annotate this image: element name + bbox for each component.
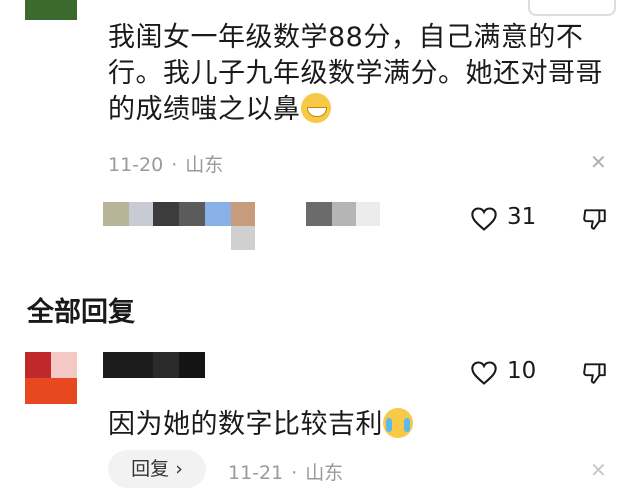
reply-body: 因为她的数字比较吉利 bbox=[108, 402, 413, 441]
thumbs-down-icon[interactable] bbox=[582, 206, 608, 232]
heart-icon[interactable] bbox=[470, 206, 498, 232]
comment-date: 11-20 bbox=[108, 154, 164, 176]
thumbs-down-icon[interactable] bbox=[582, 360, 608, 386]
reply-username-blurred[interactable] bbox=[103, 352, 205, 378]
close-icon[interactable]: ✕ bbox=[590, 150, 607, 174]
comment-body: 我闺女一年级数学88分，自己满意的不行。我儿子九年级数学满分。她还对哥哥的成绩嗤… bbox=[108, 20, 613, 128]
grinning-face-icon bbox=[300, 93, 331, 123]
close-icon[interactable]: ✕ bbox=[590, 458, 607, 482]
reply-location: 山东 bbox=[305, 462, 344, 484]
commenter-avatar[interactable] bbox=[25, 0, 77, 20]
reply-button-label: 回复 bbox=[131, 458, 170, 480]
crying-laughing-icon bbox=[383, 408, 413, 438]
top-action-button[interactable] bbox=[528, 0, 616, 16]
reply-avatar[interactable] bbox=[25, 352, 77, 404]
like-count: 31 bbox=[507, 204, 537, 230]
reply-date: 11-21 bbox=[228, 462, 284, 484]
reply-text: 因为她的数字比较吉利 bbox=[108, 409, 383, 440]
section-title: 全部回复 bbox=[27, 297, 135, 328]
reply-meta: 11-21 · 山东 bbox=[228, 462, 344, 484]
heart-icon[interactable] bbox=[470, 360, 498, 386]
comment-location: 山东 bbox=[185, 154, 224, 176]
comment-meta: 11-20 · 山东 bbox=[108, 154, 224, 176]
reply-button[interactable]: 回复 › bbox=[108, 450, 206, 488]
comment-text: 我闺女一年级数学88分，自己满意的不行。我儿子九年级数学满分。她还对哥哥的成绩嗤… bbox=[108, 22, 603, 125]
reply-like-count: 10 bbox=[507, 358, 537, 384]
chevron-right-icon: › bbox=[169, 458, 183, 480]
